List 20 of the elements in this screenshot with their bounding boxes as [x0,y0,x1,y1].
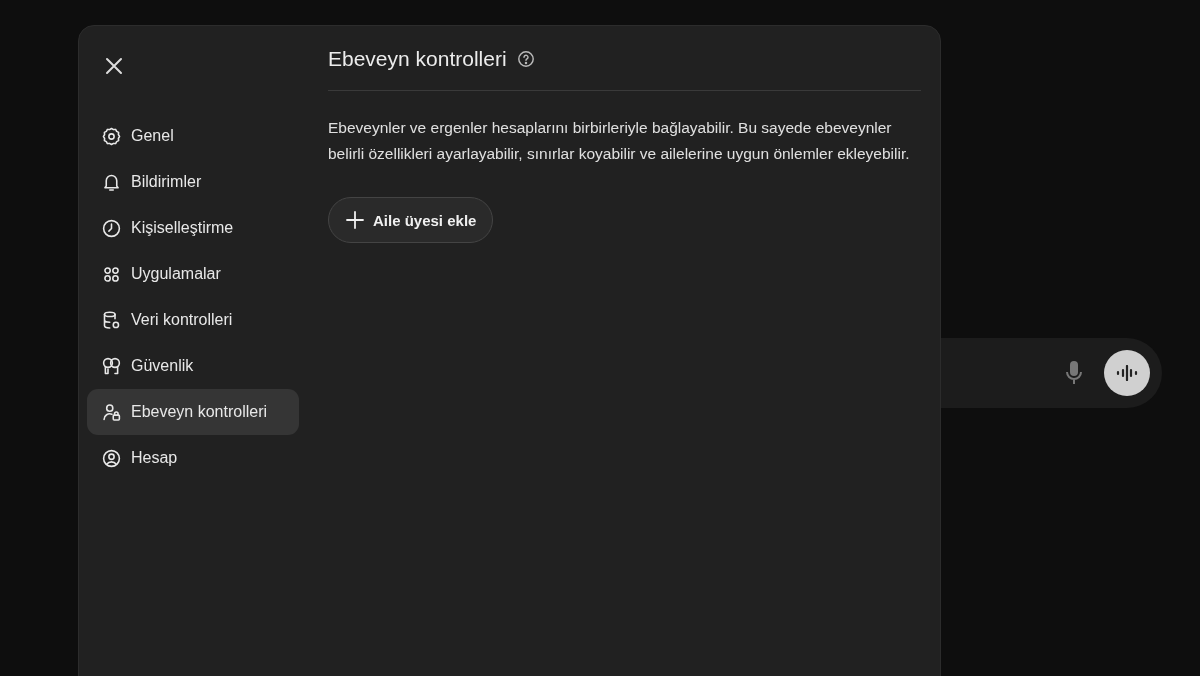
sidebar-item[interactable]: Ebeveyn kontrolleri [87,389,299,435]
sound-wave-icon [1115,365,1139,381]
description-text: Ebeveynler ve ergenler hesaplarını birbirleriyle bağlayabilir. Bu sayede ebeveynler belirli özellikleri ayarlayabilir, sınırlar koyabilir ve ailelerine uygun önlemler ekleyebilir. [328,118,911,164]
microphone-icon[interactable] [1064,360,1084,386]
person-lock-icon [101,401,122,423]
close-icon [105,57,123,75]
help-icon[interactable] [516,50,535,68]
sidebar-item[interactable]: Bildirimler [87,159,299,205]
sidebar-item[interactable]: Veri kontrolleri [87,297,299,343]
add-family-member-button[interactable]: Aile üyesi ekle [328,197,494,243]
user-circle-icon [101,447,122,469]
panel-title: Ebeveyn kontrolleri [328,47,507,71]
plus-icon [345,210,365,230]
sidebar-item[interactable]: Uygulamalar [87,251,299,297]
sidebar-item[interactable]: Genel [87,113,299,159]
settings-icon [101,125,122,147]
database-gear-icon [101,309,122,331]
sidebar-item[interactable]: Güvenlik [87,343,299,389]
sidebar-item[interactable]: Hesap [87,435,299,481]
sidebar-item[interactable]: Kişiselleştirme [87,205,299,251]
